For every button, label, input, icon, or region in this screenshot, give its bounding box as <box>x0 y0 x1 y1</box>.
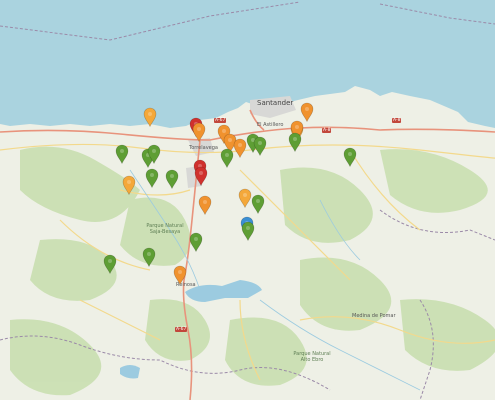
map-view[interactable]: Santander El Astillero Torrelavega Parqu… <box>0 0 495 400</box>
map-marker-green[interactable] <box>165 169 179 189</box>
place-label-torrelavega: Torrelavega <box>189 145 218 151</box>
map-marker-green[interactable] <box>288 132 302 152</box>
map-marker-green[interactable] <box>103 254 117 274</box>
map-marker-orange[interactable] <box>300 102 314 122</box>
map-marker-light-orange[interactable] <box>122 175 136 195</box>
map-marker-green[interactable] <box>145 168 159 188</box>
place-label-parque-saja: Parque Natural Saja-Besaya <box>146 223 184 235</box>
place-label-parque-sur: Parque Natural Alto Ebro <box>293 351 331 363</box>
road-shield-a8-east: A-8 <box>322 128 332 134</box>
map-marker-green[interactable] <box>189 232 203 252</box>
map-marker-green[interactable] <box>115 144 129 164</box>
road-shield-a67-north: A-67 <box>214 118 227 124</box>
map-marker-light-orange[interactable] <box>238 188 252 208</box>
map-marker-green[interactable] <box>343 147 357 167</box>
map-marker-orange[interactable] <box>173 265 187 285</box>
map-marker-orange[interactable] <box>233 138 247 158</box>
map-marker-green[interactable] <box>241 221 255 241</box>
map-marker-green[interactable] <box>253 136 267 156</box>
road-shield-a67-south: A-67 <box>175 327 188 333</box>
road-shield-a8-west: A-8 <box>392 118 402 124</box>
map-marker-orange[interactable] <box>192 122 206 142</box>
map-marker-green[interactable] <box>220 148 234 168</box>
map-marker-red[interactable] <box>194 166 208 186</box>
place-label-el-astillero: El Astillero <box>257 122 284 128</box>
map-marker-light-orange[interactable] <box>143 107 157 127</box>
place-label-medina-pomar: Medina de Pomar <box>352 313 396 319</box>
map-marker-green[interactable] <box>251 194 265 214</box>
map-marker-orange[interactable] <box>198 195 212 215</box>
place-label-santander: Santander <box>257 99 294 107</box>
map-marker-green[interactable] <box>147 144 161 164</box>
map-marker-green[interactable] <box>142 247 156 267</box>
